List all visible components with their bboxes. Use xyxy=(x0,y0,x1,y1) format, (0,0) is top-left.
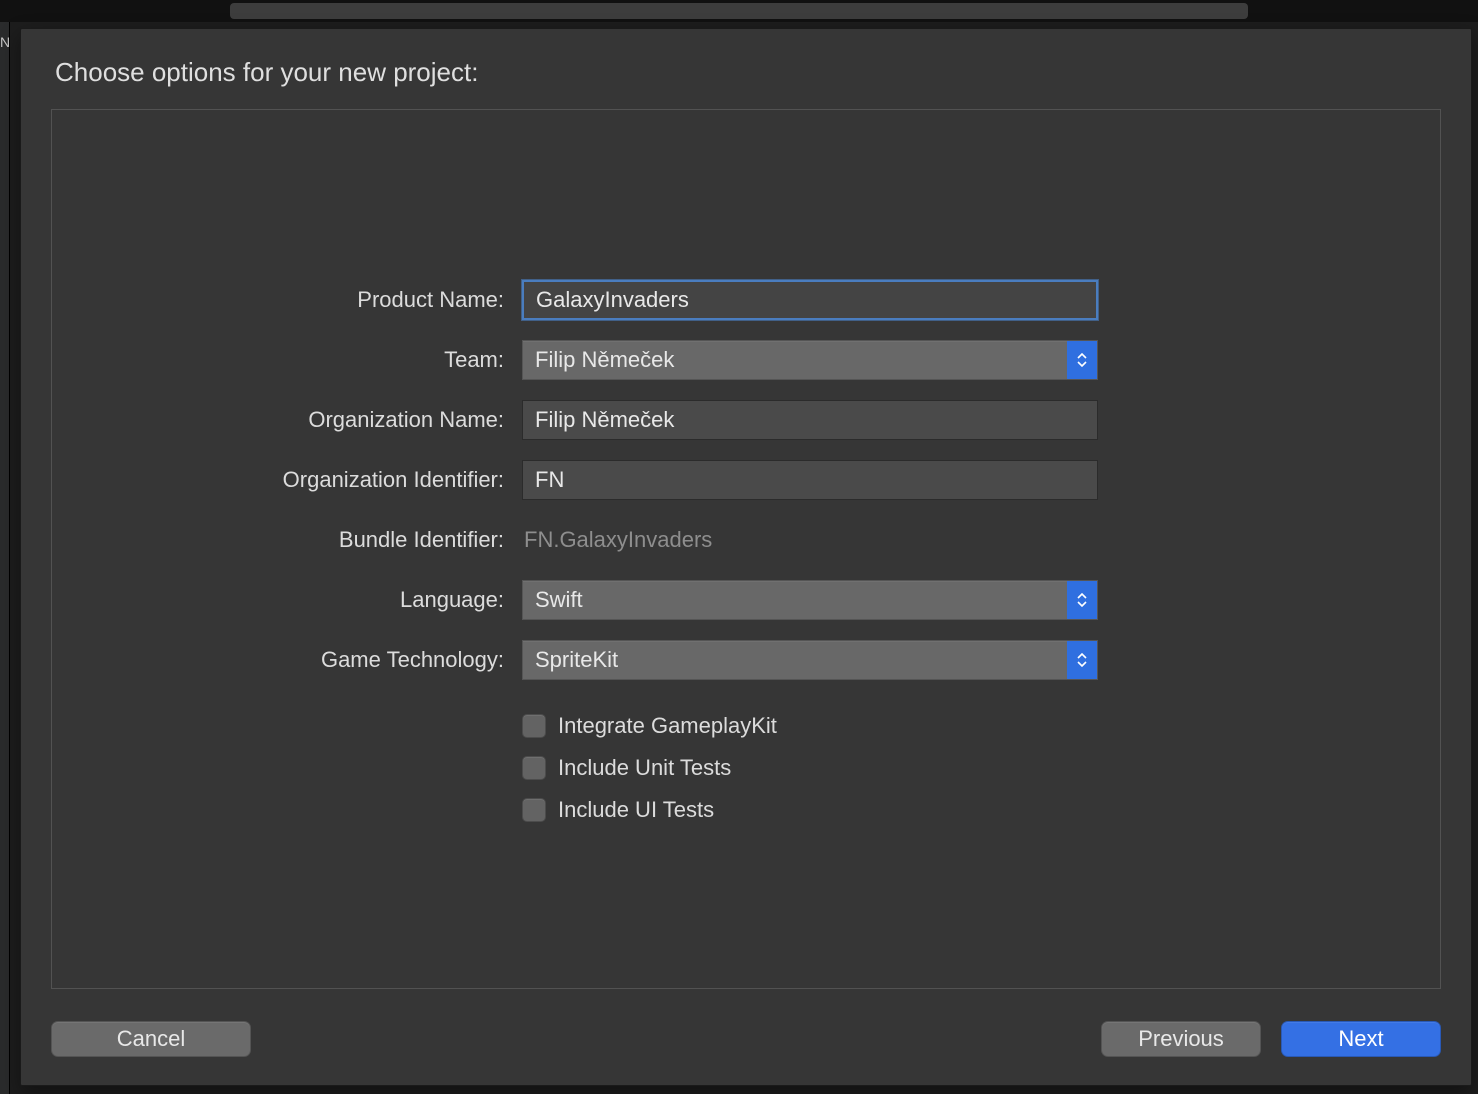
dialog-title: Choose options for your new project: xyxy=(55,57,478,88)
updown-stepper-icon xyxy=(1067,641,1097,679)
bundle-identifier-value: FN.GalaxyInvaders xyxy=(522,527,712,552)
row-team: Team: Filip Němeček xyxy=(52,340,1440,380)
game-technology-select[interactable]: SpriteKit xyxy=(522,640,1098,680)
next-button[interactable]: Next xyxy=(1281,1021,1441,1057)
row-integrate-gameplaykit: Integrate GameplayKit xyxy=(522,708,1440,744)
label-bundle-identifier: Bundle Identifier: xyxy=(52,527,522,553)
row-language: Language: Swift xyxy=(52,580,1440,620)
cancel-button[interactable]: Cancel xyxy=(51,1021,251,1057)
updown-stepper-icon xyxy=(1067,581,1097,619)
organization-name-input[interactable] xyxy=(522,400,1098,440)
integrate-gameplaykit-label: Integrate GameplayKit xyxy=(558,713,777,739)
row-org-name: Organization Name: xyxy=(52,400,1440,440)
label-team: Team: xyxy=(52,347,522,373)
updown-stepper-icon xyxy=(1067,341,1097,379)
label-product-name: Product Name: xyxy=(52,287,522,313)
include-ui-tests-checkbox[interactable] xyxy=(522,798,546,822)
toolbar-placeholder xyxy=(230,3,1248,19)
dialog-button-bar: Cancel Previous Next xyxy=(51,1019,1441,1059)
include-unit-tests-label: Include Unit Tests xyxy=(558,755,731,781)
new-project-options-dialog: Choose options for your new project: Pro… xyxy=(20,28,1472,1086)
organization-identifier-input[interactable] xyxy=(522,460,1098,500)
label-org-identifier: Organization Identifier: xyxy=(52,467,522,493)
window-titlebar xyxy=(0,0,1478,22)
label-org-name: Organization Name: xyxy=(52,407,522,433)
background-sliver: N xyxy=(0,22,10,1094)
row-game-technology: Game Technology: SpriteKit xyxy=(52,640,1440,680)
product-name-input[interactable] xyxy=(522,280,1098,320)
include-unit-tests-checkbox[interactable] xyxy=(522,756,546,780)
label-game-technology: Game Technology: xyxy=(52,647,522,673)
include-ui-tests-label: Include UI Tests xyxy=(558,797,714,823)
row-product-name: Product Name: xyxy=(52,280,1440,320)
form-frame: Product Name: Team: Filip Němeček xyxy=(51,109,1441,989)
game-technology-select-value: SpriteKit xyxy=(523,647,1067,673)
team-select-value: Filip Němeček xyxy=(523,347,1067,373)
label-language: Language: xyxy=(52,587,522,613)
team-select[interactable]: Filip Němeček xyxy=(522,340,1098,380)
language-select-value: Swift xyxy=(523,587,1067,613)
row-org-identifier: Organization Identifier: xyxy=(52,460,1440,500)
row-bundle-identifier: Bundle Identifier: FN.GalaxyInvaders xyxy=(52,520,1440,560)
integrate-gameplaykit-checkbox[interactable] xyxy=(522,714,546,738)
row-include-unit-tests: Include Unit Tests xyxy=(522,750,1440,786)
language-select[interactable]: Swift xyxy=(522,580,1098,620)
form-area: Product Name: Team: Filip Němeček xyxy=(52,280,1440,834)
row-include-ui-tests: Include UI Tests xyxy=(522,792,1440,828)
previous-button[interactable]: Previous xyxy=(1101,1021,1261,1057)
